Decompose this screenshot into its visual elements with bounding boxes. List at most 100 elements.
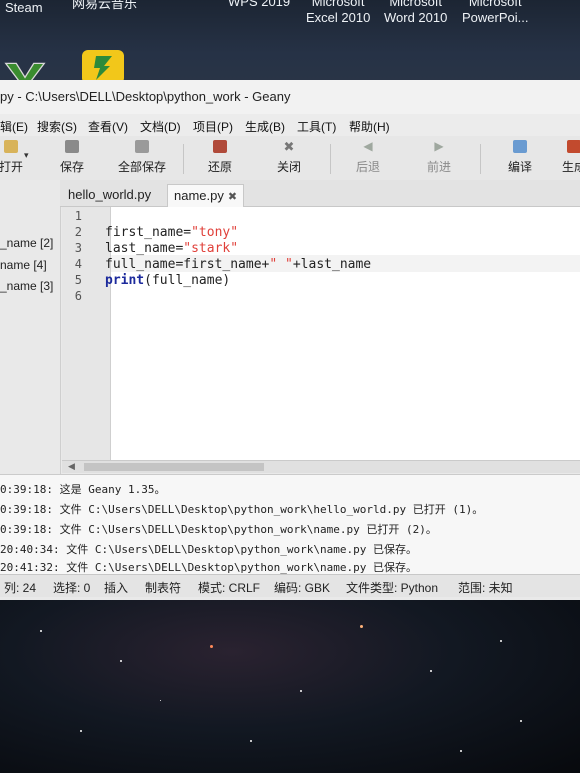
horizontal-scrollbar[interactable]: ◀ (62, 460, 580, 473)
desktop-icon-label-line1: Microsoft (389, 0, 443, 9)
line-number: 2 (74, 225, 82, 239)
desktop-icon-powerpoint[interactable]: Microsoft PowerPoi... (462, 0, 528, 26)
tab-close-icon[interactable]: ✖ (228, 191, 237, 203)
close-button[interactable]: ✖ 关闭 (264, 140, 314, 178)
forward-label: 前进 (426, 160, 451, 174)
arrow-right-icon: ▶ (434, 139, 444, 153)
desktop-icon-steam[interactable]: Steam (5, 0, 43, 16)
close-label: 关闭 (276, 160, 301, 174)
status-scope: 范围: 未知 (458, 581, 513, 595)
status-selection: 选择: 0 (53, 581, 91, 595)
star (120, 660, 122, 662)
pycharm-icon[interactable] (82, 50, 124, 84)
star (430, 670, 432, 672)
star (520, 720, 522, 722)
symbol-item[interactable]: _name [2] (0, 236, 53, 250)
status-encoding: 编码: GBK (274, 581, 331, 595)
save-label: 保存 (59, 160, 84, 174)
revert-icon (213, 140, 227, 153)
menu-document[interactable]: 文档(D) (140, 118, 181, 135)
code-text: +last_name (292, 257, 372, 272)
back-button[interactable]: ◀ 后退 (343, 140, 393, 178)
desktop-icon-label: WPS 2019 (228, 0, 291, 9)
toolbar-separator (183, 144, 184, 174)
tab-label: name.py (174, 188, 224, 203)
menu-bar: 辑(E) 搜索(S) 查看(V) 文档(D) 项目(P) 生成(B) 工具(T)… (0, 114, 580, 136)
open-button[interactable]: 打开 (0, 140, 36, 178)
save-all-button[interactable]: 全部保存 (116, 140, 168, 178)
symbol-item[interactable]: _name [3] (0, 279, 53, 293)
message-line: 0:39:18: 文件 C:\Users\DELL\Desktop\python… (0, 503, 484, 516)
title-bar[interactable]: py - C:\Users\DELL\Desktop\python_work -… (0, 80, 580, 115)
menu-tools[interactable]: 工具(T) (297, 118, 336, 135)
desktop-icon-wps[interactable]: WPS 2019 (228, 0, 290, 10)
status-indent: 制表符 (145, 581, 182, 595)
back-label: 后退 (355, 160, 380, 174)
menu-build[interactable]: 生成(B) (245, 118, 285, 135)
forward-button[interactable]: ▶ 前进 (414, 140, 464, 178)
close-icon: ✖ (283, 139, 295, 154)
tab-bar: hello_world.py name.py ✖ (60, 180, 580, 207)
build-button[interactable]: 生成 (549, 140, 580, 178)
line-number: 3 (74, 241, 82, 255)
desktop-icon-label-line2: Word 2010 (384, 10, 448, 25)
line-number: 6 (74, 289, 82, 303)
star (500, 640, 502, 642)
desktop-background: Steam 网易云音乐 WPS 2019 Microsoft Excel 201… (0, 0, 580, 90)
desktop-icon-label-line2: PowerPoi... (462, 10, 529, 25)
revert-button[interactable]: 还原 (195, 140, 245, 178)
code-line: full_name=first_name+" "+last_name (105, 257, 371, 272)
desktop-icon-label: 网易云音乐 (72, 0, 138, 11)
scrollbar-thumb[interactable] (84, 463, 264, 471)
menu-project[interactable]: 项目(P) (193, 118, 233, 135)
compile-icon (513, 140, 527, 153)
save-icon (65, 140, 79, 153)
menu-search[interactable]: 搜索(S) (37, 118, 77, 135)
code-line: first_name="tony" (105, 225, 238, 240)
desktop-icon-excel[interactable]: Microsoft Excel 2010 (306, 0, 370, 26)
tab-hello-world[interactable]: hello_world.py (62, 184, 157, 206)
code-editor[interactable]: 1 2 3 4 5 6 first_name="tony" last_name=… (62, 207, 580, 472)
build-label: 生成 (561, 160, 580, 174)
desktop-icon-netease-music[interactable]: 网易云音乐 (72, 0, 137, 12)
save-button[interactable]: 保存 (47, 140, 97, 178)
open-dropdown-arrow-icon[interactable]: ▾ (24, 150, 29, 161)
star (460, 750, 462, 752)
star (300, 690, 302, 692)
symbol-item[interactable]: name [4] (0, 258, 47, 272)
menu-view[interactable]: 查看(V) (88, 118, 128, 135)
desktop-icon-word[interactable]: Microsoft Word 2010 (384, 0, 447, 26)
star (360, 625, 363, 628)
status-insert-mode: 插入 (104, 581, 129, 595)
window-title: py - C:\Users\DELL\Desktop\python_work -… (0, 89, 291, 104)
status-column: 列: 24 (4, 581, 37, 595)
folder-icon (4, 140, 18, 153)
tab-name-py[interactable]: name.py ✖ (167, 184, 245, 207)
desktop-icon-label-line1: Microsoft (311, 0, 365, 9)
compile-button[interactable]: 编译 (495, 140, 545, 178)
desktop-icon-label-line1: Microsoft (468, 0, 522, 9)
code-string: "tony" (191, 225, 239, 240)
revert-label: 还原 (207, 160, 232, 174)
line-number: 1 (74, 209, 82, 223)
scroll-left-icon[interactable]: ◀ (68, 461, 75, 472)
message-line: 20:41:32: 文件 C:\Users\DELL\Desktop\pytho… (0, 561, 417, 574)
symbols-sidebar: _name [2] name [4] _name [3] (0, 180, 61, 480)
menu-edit[interactable]: 辑(E) (0, 118, 28, 135)
geany-window: py - C:\Users\DELL\Desktop\python_work -… (0, 80, 580, 600)
save-all-icon (135, 140, 149, 153)
star (210, 645, 213, 648)
message-line: 0:39:18: 这是 Geany 1.35。 (0, 483, 166, 496)
star (160, 700, 161, 701)
build-icon (567, 140, 580, 153)
code-string: " " (269, 257, 293, 272)
save-all-label: 全部保存 (117, 160, 166, 174)
code-keyword: print (105, 273, 145, 288)
status-filetype: 文件类型: Python (346, 581, 439, 595)
message-line: 20:40:34: 文件 C:\Users\DELL\Desktop\pytho… (0, 543, 417, 556)
status-line-ending: 模式: CRLF (198, 581, 261, 595)
open-label: 打开 (0, 160, 23, 174)
desktop-wallpaper (0, 600, 580, 773)
menu-help[interactable]: 帮助(H) (349, 118, 390, 135)
line-number: 4 (74, 257, 82, 271)
